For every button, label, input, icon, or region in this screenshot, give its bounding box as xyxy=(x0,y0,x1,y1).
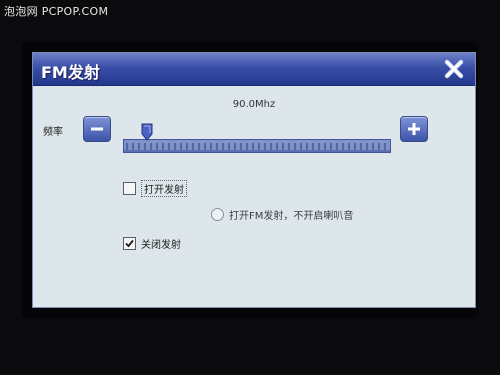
option-transmit-no-speaker[interactable]: 打开FM发射，不开启喇叭音 xyxy=(211,207,353,222)
slider-track xyxy=(123,139,391,153)
frequency-value: 90.0Mhz xyxy=(232,99,276,110)
frequency-label: 频率 xyxy=(43,127,63,138)
title-bar: FM发射 xyxy=(33,53,475,86)
watermark: 泡泡网 PCPOP.COM xyxy=(4,5,109,18)
option-open-transmit[interactable]: 打开发射 xyxy=(123,180,187,197)
option-label: 打开FM发射，不开启喇叭音 xyxy=(229,211,354,222)
close-transmit-checkbox[interactable] xyxy=(123,237,136,250)
slider-ticks xyxy=(126,143,386,150)
checkmark-icon xyxy=(125,239,134,248)
frequency-slider[interactable] xyxy=(123,123,391,153)
plus-icon xyxy=(408,123,420,135)
option-label: 打开发射 xyxy=(141,180,187,197)
open-transmit-checkbox[interactable] xyxy=(123,182,136,195)
option-label: 关闭发射 xyxy=(141,240,181,251)
minus-icon xyxy=(91,127,103,131)
option-close-transmit[interactable]: 关闭发射 xyxy=(123,236,181,251)
increase-frequency-button[interactable] xyxy=(400,116,428,142)
fm-transmit-dialog: FM发射 90.0Mhz 频率 打开发射 打开FM发射，不开启喇叭音 关闭发射 xyxy=(32,52,476,308)
decrease-frequency-button[interactable] xyxy=(83,116,111,142)
close-icon[interactable] xyxy=(443,58,465,80)
slider-thumb[interactable] xyxy=(141,123,153,141)
transmit-no-speaker-radio[interactable] xyxy=(211,208,224,221)
dialog-title: FM发射 xyxy=(41,63,100,82)
